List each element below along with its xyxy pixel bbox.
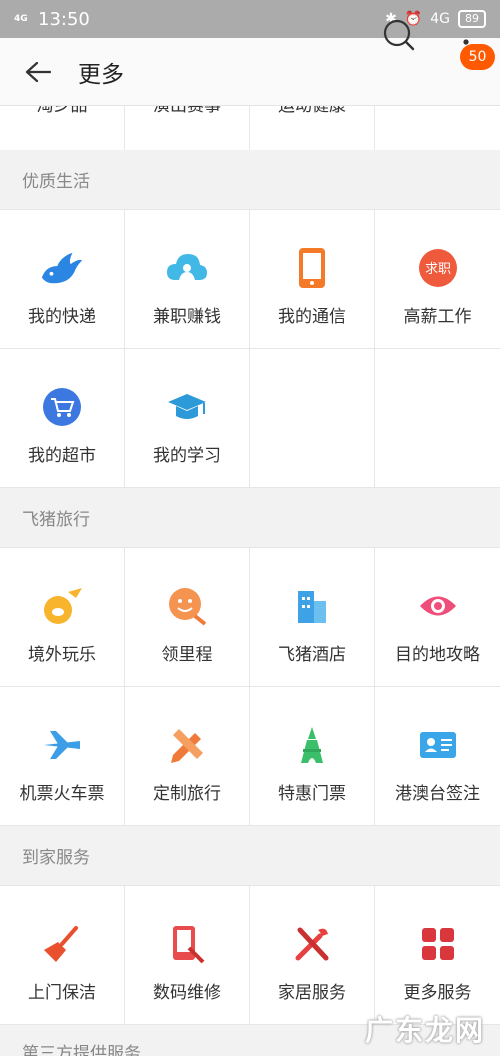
building-icon xyxy=(290,584,334,628)
partial-grid-top: 淘乡品 演出赛事 运动健康 xyxy=(0,106,500,150)
service-item-visa[interactable]: 港澳台签注 xyxy=(375,687,500,826)
service-item-overseas-fun[interactable]: 境外玩乐 xyxy=(0,548,125,687)
airplane-icon xyxy=(40,723,84,767)
service-label: 运动健康 xyxy=(278,106,346,116)
service-item-cleaning[interactable]: 上门保洁 xyxy=(0,886,125,1025)
eye-icon xyxy=(416,584,460,628)
service-label: 定制旅行 xyxy=(153,784,221,804)
pencil-ruler-icon xyxy=(165,723,209,767)
service-label: 我的学习 xyxy=(153,446,221,466)
empty-cell xyxy=(375,349,500,488)
service-label: 更多服务 xyxy=(403,983,472,1003)
section-header: 到家服务 xyxy=(0,826,500,886)
service-item-study[interactable]: 我的学习 xyxy=(125,349,250,488)
section-header: 飞猪旅行 xyxy=(0,488,500,548)
tower-icon xyxy=(290,723,334,767)
empty-cell xyxy=(250,349,375,488)
empty-cell xyxy=(375,106,500,150)
grid-icon xyxy=(416,922,460,966)
svg-text:求职: 求职 xyxy=(424,262,450,277)
service-item-telecom[interactable]: 我的通信 xyxy=(250,210,375,349)
service-label: 上门保洁 xyxy=(28,983,96,1003)
cloud-person-icon xyxy=(165,246,209,290)
service-list[interactable]: 淘乡品 演出赛事 运动健康 优质生活 我的快递 兼职赚钱 我的通信 求职 高薪工… xyxy=(0,106,500,1056)
service-label: 目的地攻略 xyxy=(395,645,480,665)
service-label: 高薪工作 xyxy=(403,307,472,327)
service-label: 兼职赚钱 xyxy=(153,307,221,327)
phone-repair-icon xyxy=(165,922,209,966)
section-grid: 我的快递 兼职赚钱 我的通信 求职 高薪工作 我的超市 我的学习 xyxy=(0,210,500,488)
bird-delivery-icon xyxy=(40,246,84,290)
service-label: 淘乡品 xyxy=(36,106,88,116)
search-button[interactable] xyxy=(380,16,418,54)
phone-icon xyxy=(290,246,334,290)
service-item-discount-tickets[interactable]: 特惠门票 xyxy=(250,687,375,826)
service-item[interactable]: 演出赛事 xyxy=(125,106,250,150)
service-label: 境外玩乐 xyxy=(28,645,96,665)
service-label: 我的快递 xyxy=(28,307,96,327)
graduation-cap-icon xyxy=(165,385,209,429)
header-bar: 更多 xyxy=(0,38,500,106)
service-label: 机票火车票 xyxy=(19,784,105,804)
service-label: 数码维修 xyxy=(153,983,221,1003)
back-arrow-icon xyxy=(25,61,51,82)
section-header: 优质生活 xyxy=(0,150,500,210)
search-icon xyxy=(383,19,415,51)
service-label: 我的超市 xyxy=(28,446,96,466)
service-item[interactable]: 运动健康 xyxy=(250,106,375,150)
service-label: 特惠门票 xyxy=(278,784,346,804)
service-item-hotel[interactable]: 飞猪酒店 xyxy=(250,548,375,687)
service-item[interactable]: 淘乡品 xyxy=(0,106,125,150)
service-label: 港澳台签注 xyxy=(395,784,480,804)
service-label: 家居服务 xyxy=(278,983,346,1003)
id-card-icon xyxy=(416,723,460,767)
service-item-supermarket[interactable]: 我的超市 xyxy=(0,349,125,488)
notification-badge: 50 xyxy=(460,44,495,70)
service-item-jobs[interactable]: 求职 高薪工作 xyxy=(375,210,500,349)
section-grid: 境外玩乐 领里程 飞猪酒店 目的地攻略 机票火车票 定制旅行 特惠门票 港澳台签… xyxy=(0,548,500,826)
service-item-tickets[interactable]: 机票火车票 xyxy=(0,687,125,826)
status-bar: 4G 13:50 ✱ ⏰ 4G 89 xyxy=(0,0,500,38)
service-label: 我的通信 xyxy=(278,307,346,327)
service-item-more-services[interactable]: 更多服务 xyxy=(375,886,500,1025)
service-item-digital-repair[interactable]: 数码维修 xyxy=(125,886,250,1025)
section-grid: 上门保洁 数码维修 家居服务 更多服务 xyxy=(0,886,500,1025)
service-item-mileage[interactable]: 领里程 xyxy=(125,548,250,687)
status-time: 13:50 xyxy=(38,8,90,30)
service-label: 演出赛事 xyxy=(153,106,221,116)
page-title: 更多 xyxy=(78,61,124,88)
broom-icon xyxy=(40,922,84,966)
service-label: 领里程 xyxy=(161,645,213,665)
service-item-destination-guide[interactable]: 目的地攻略 xyxy=(375,548,500,687)
smiley-pen-icon xyxy=(165,584,209,628)
network-indicator: 4G xyxy=(14,13,28,24)
service-item-express[interactable]: 我的快递 xyxy=(0,210,125,349)
watermark-logo: 广东龙网 xyxy=(364,1014,485,1047)
job-seek-icon: 求职 xyxy=(416,246,460,290)
tools-icon xyxy=(290,922,334,966)
service-item-home-service[interactable]: 家居服务 xyxy=(250,886,375,1025)
back-button[interactable] xyxy=(18,52,58,92)
service-item-custom-travel[interactable]: 定制旅行 xyxy=(125,687,250,826)
pig-plane-icon xyxy=(40,584,84,628)
service-label: 飞猪酒店 xyxy=(278,645,346,665)
cart-icon xyxy=(40,385,84,429)
service-item-parttime[interactable]: 兼职赚钱 xyxy=(125,210,250,349)
